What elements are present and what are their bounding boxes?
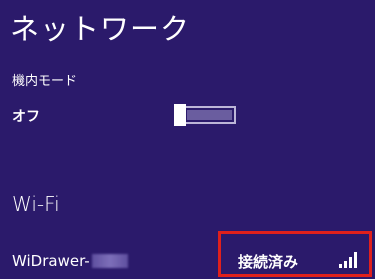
wifi-heading: Wi-Fi [12, 192, 60, 216]
wifi-connection-status: 接続済み [238, 253, 299, 271]
page-title: ネットワーク [10, 12, 191, 46]
airplane-mode-toggle[interactable] [174, 104, 236, 126]
toggle-thumb[interactable] [174, 104, 186, 126]
wifi-network-item[interactable]: WiDrawer- [12, 252, 128, 270]
signal-strength-icon [339, 252, 359, 268]
airplane-mode-state: オフ [12, 109, 40, 125]
toggle-track [187, 110, 232, 120]
redacted-text [91, 254, 128, 268]
wifi-network-name: WiDrawer- [12, 252, 90, 270]
airplane-mode-label: 機内モード [12, 74, 78, 89]
